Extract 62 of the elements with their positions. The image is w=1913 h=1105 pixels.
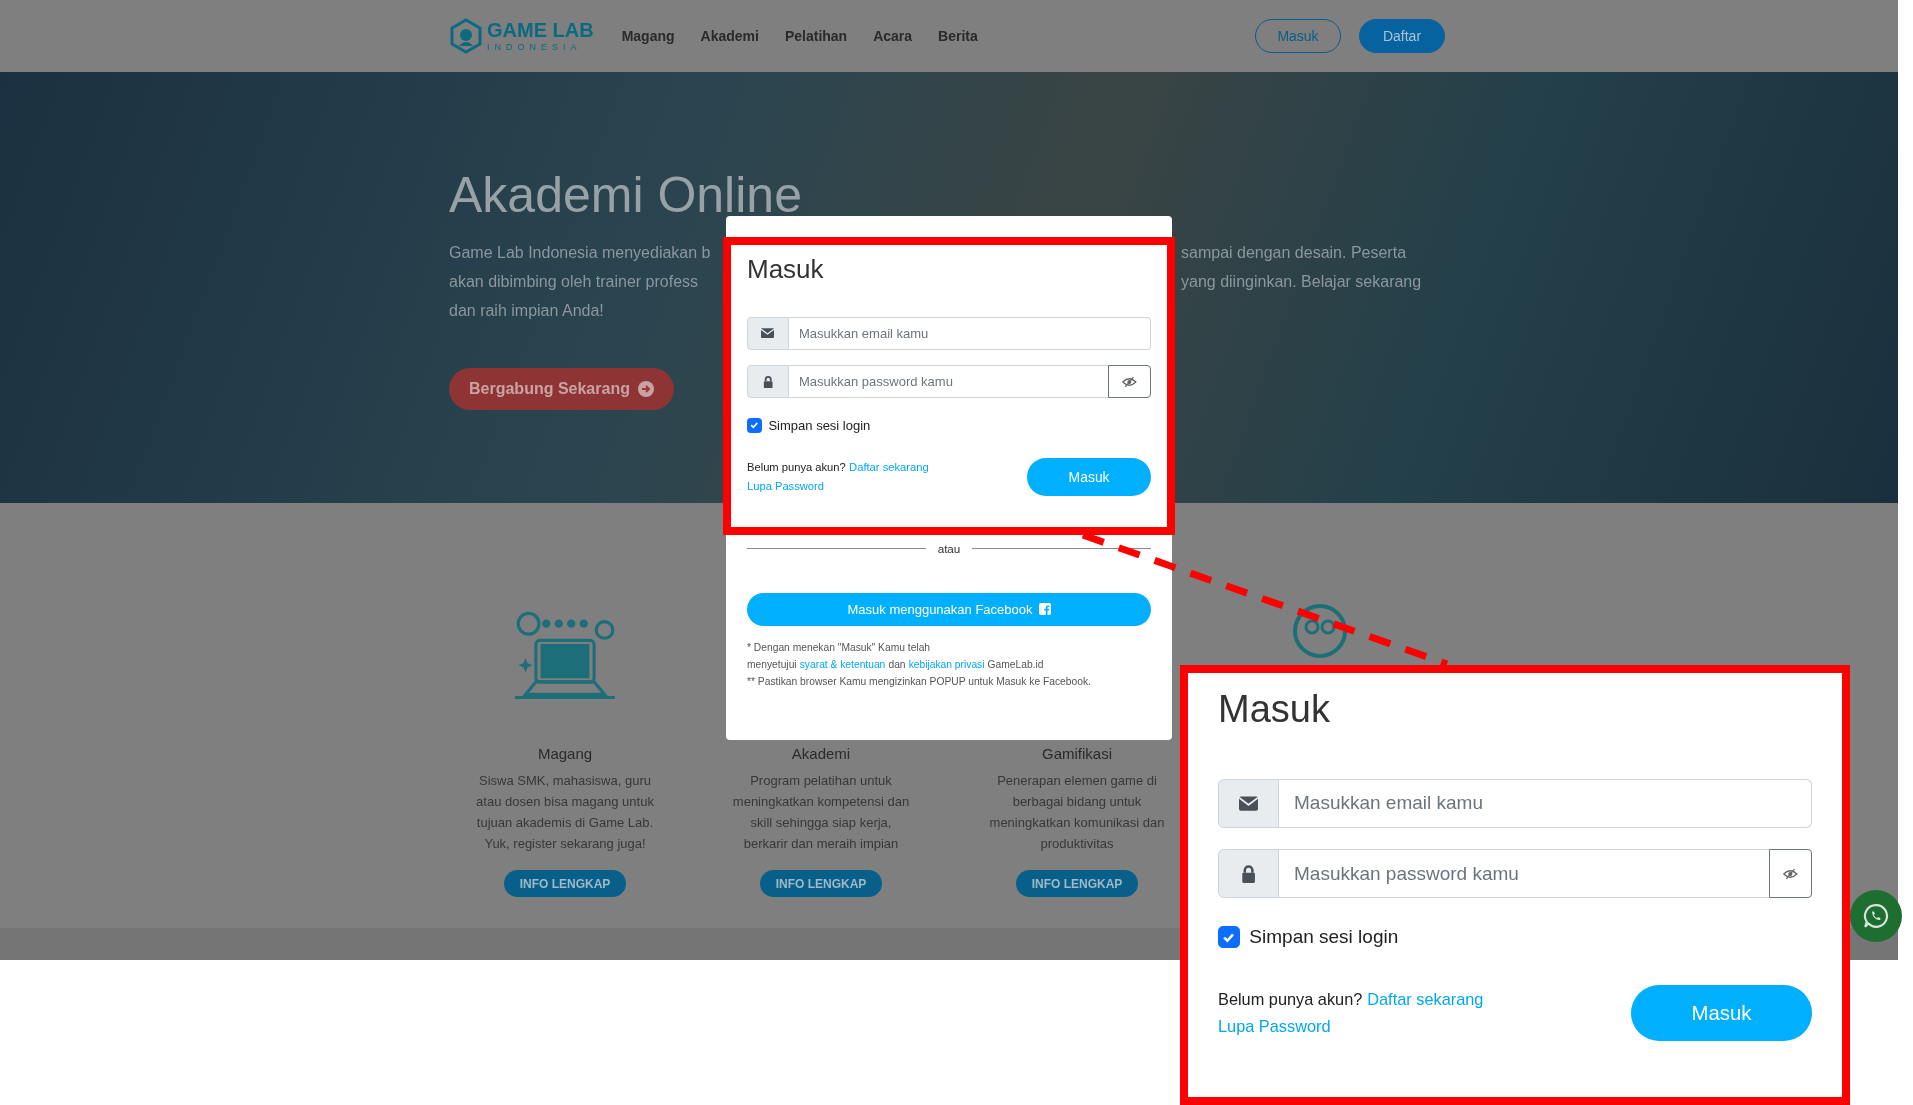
info-button[interactable]: INFO LENGKAP bbox=[1016, 870, 1138, 897]
policy-link[interactable]: syarat & ketentuan bbox=[799, 658, 886, 670]
hero-description: Game Lab Indonesia menyediakan b bbox=[449, 243, 711, 263]
show-password-button[interactable] bbox=[1108, 365, 1151, 399]
show-password-button[interactable] bbox=[1769, 849, 1812, 898]
remember-checkbox[interactable] bbox=[747, 417, 762, 433]
info-button[interactable]: INFO LENGKAP bbox=[760, 870, 882, 897]
card-title: Akademi bbox=[791, 745, 851, 762]
nav-link[interactable]: Berita bbox=[938, 28, 978, 44]
nav-link[interactable]: Magang bbox=[621, 28, 675, 44]
arrow-circle-icon bbox=[637, 381, 654, 397]
hero-description: dan raih impian Anda! bbox=[449, 301, 604, 321]
divider-label: atau bbox=[937, 541, 961, 555]
policy-link[interactable]: kebijakan privasi bbox=[908, 658, 985, 670]
signup-link[interactable]: Daftar sekarang bbox=[1367, 989, 1484, 1008]
forgot-password-link[interactable]: Lupa Password bbox=[747, 477, 824, 497]
lock-icon bbox=[1240, 864, 1256, 883]
remember-label: Simpan sesi login bbox=[1249, 926, 1399, 949]
password-field[interactable]: Masukkan password kamu bbox=[788, 365, 1109, 399]
footnote: ** Pastikan browser Kamu mengizinkan POPUP untuk Masuk ke Facebook. bbox=[747, 674, 1092, 689]
hero-description: yang diinginkan. Belajar sekarang bbox=[1181, 272, 1422, 292]
dialog-title: Masuk bbox=[1218, 687, 1331, 732]
card-title: Magang bbox=[537, 745, 593, 762]
nav-link[interactable]: Akademi bbox=[700, 28, 759, 44]
card-description: Program pelatihan untuk meningkatkan kompetensi dan skill sehingga siap kerja, berkarir dan meraih impian bbox=[732, 772, 910, 853]
facebook-icon bbox=[1038, 603, 1051, 616]
people-circle-icon bbox=[1292, 603, 1348, 659]
email-field[interactable]: Masukkan email kamu bbox=[788, 317, 1151, 351]
card-description: Penerapan elemen game di berbagai bidang untuk meningkatkan komunikasi dan produktivitas bbox=[989, 772, 1165, 853]
password-field[interactable]: Masukkan password kamu bbox=[1278, 849, 1770, 898]
lock-icon bbox=[762, 375, 773, 388]
logo-title: GAME LAB bbox=[487, 19, 594, 41]
info-button[interactable]: INFO LENGKAP bbox=[504, 870, 626, 897]
register-button[interactable]: Daftar bbox=[1359, 19, 1445, 53]
card-description: Siswa SMK, mahasiswa, guru atau dosen bisa magang untuk tujuan akademis di Game Lab. Yuk, register sekarang juga! bbox=[476, 772, 654, 853]
envelope-icon bbox=[1238, 795, 1258, 811]
hero-description: akan dibimbing oleh trainer profess bbox=[449, 272, 699, 292]
card-title: Gamifikasi bbox=[1042, 745, 1112, 762]
dialog-title: Masuk bbox=[747, 254, 825, 286]
checkmark-icon bbox=[749, 420, 760, 431]
signup-prompt: Belum punya akun? Daftar sekarang bbox=[1218, 988, 1484, 1010]
hero-title: Akademi Online bbox=[449, 166, 803, 225]
login-submit-button[interactable]: Masuk bbox=[1631, 985, 1812, 1042]
envelope-icon bbox=[761, 328, 775, 339]
phone-bubble-icon bbox=[1863, 903, 1889, 929]
remember-checkbox[interactable] bbox=[1218, 926, 1240, 949]
logo-icon bbox=[449, 18, 483, 54]
nav-link[interactable]: Acara bbox=[873, 28, 913, 44]
signup-prompt: Belum punya akun? Daftar sekarang bbox=[747, 460, 929, 476]
hero-description: sampai dengan desain. Peserta bbox=[1181, 243, 1407, 263]
footnote: * Dengan menekan "Masuk" Kamu telah menyetujui syarat & ketentuan dan kebijakan privasi GameLab.id bbox=[747, 640, 1045, 672]
login-submit-button[interactable]: Masuk bbox=[1027, 458, 1151, 497]
logo-subtitle: INDONESIA bbox=[487, 41, 583, 53]
email-field[interactable]: Masukkan email kamu bbox=[1278, 779, 1812, 828]
forgot-password-link[interactable]: Lupa Password bbox=[1218, 1013, 1331, 1042]
remember-label: Simpan sesi login bbox=[768, 417, 871, 433]
nav-link[interactable]: Pelatihan bbox=[784, 28, 848, 44]
facebook-login-button[interactable]: Masuk menggunakan Facebook bbox=[747, 592, 1151, 626]
join-button[interactable]: Bergabung Sekarang bbox=[449, 368, 674, 410]
eye-slash-icon bbox=[1783, 867, 1798, 880]
signup-link[interactable]: Daftar sekarang bbox=[849, 461, 929, 474]
eye-slash-icon bbox=[1122, 375, 1137, 388]
